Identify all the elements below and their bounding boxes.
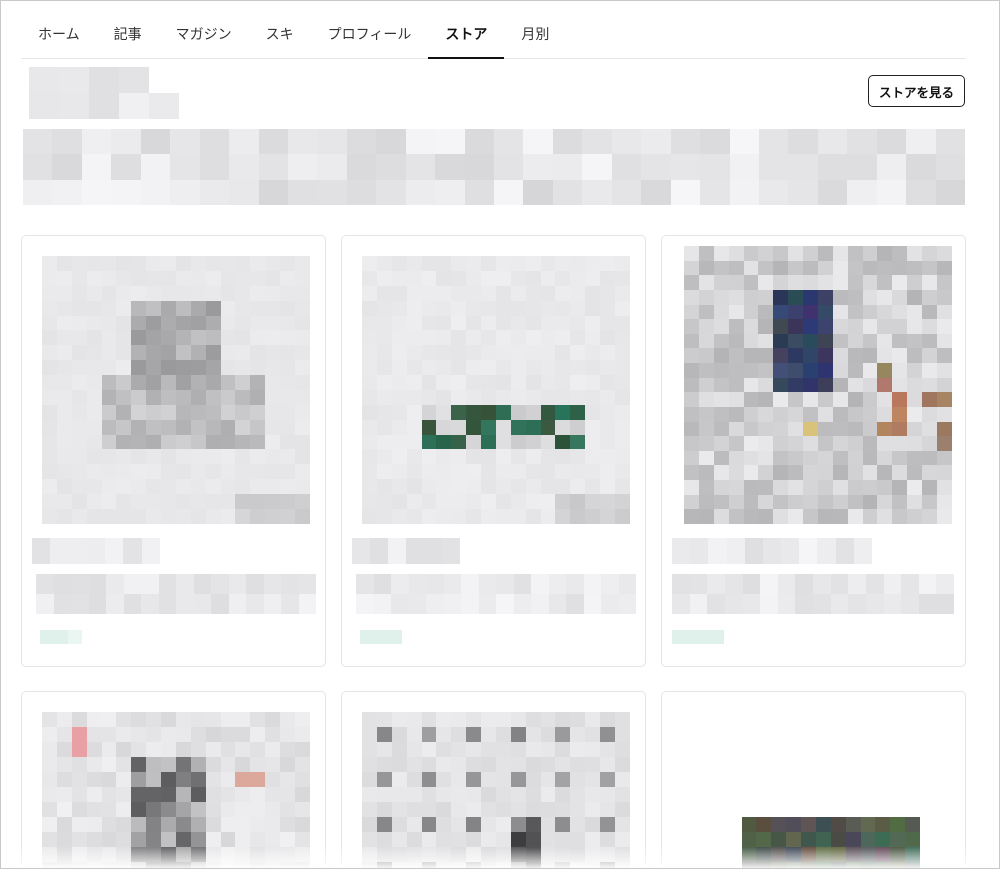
product-tag-redacted — [40, 630, 82, 644]
product-tag-redacted — [360, 630, 402, 644]
tab-magazines[interactable]: マガジン — [159, 9, 249, 58]
product-title-redacted — [356, 574, 636, 614]
product-card[interactable] — [661, 691, 966, 868]
page-frame: ホーム 記事 マガジン スキ プロフィール ストア 月別 ストアを見る — [0, 0, 1000, 869]
product-title-redacted — [672, 574, 954, 614]
product-image — [42, 712, 310, 868]
tab-articles[interactable]: 記事 — [97, 9, 159, 58]
product-card[interactable] — [21, 691, 326, 868]
product-card[interactable] — [661, 235, 966, 667]
product-card[interactable] — [341, 691, 646, 868]
tab-store[interactable]: ストア — [428, 9, 505, 59]
product-image — [682, 712, 950, 868]
product-tag-redacted — [672, 630, 724, 644]
product-image — [362, 712, 630, 868]
product-card[interactable] — [341, 235, 646, 667]
product-image — [684, 246, 952, 524]
tab-likes[interactable]: スキ — [249, 9, 311, 58]
product-card[interactable] — [21, 235, 326, 667]
store-name-redacted — [29, 67, 179, 119]
product-image — [362, 256, 630, 524]
product-title-redacted — [36, 574, 316, 614]
tab-home[interactable]: ホーム — [21, 9, 97, 58]
profile-tab-bar: ホーム 記事 マガジン スキ プロフィール ストア 月別 — [21, 9, 966, 59]
store-description-redacted — [23, 129, 965, 205]
view-store-button[interactable]: ストアを見る — [868, 75, 965, 107]
product-price-redacted — [672, 538, 872, 564]
tab-monthly[interactable]: 月別 — [504, 9, 566, 58]
product-price-redacted — [352, 538, 460, 564]
product-image — [42, 256, 310, 524]
product-price-redacted — [32, 538, 160, 564]
tab-profile[interactable]: プロフィール — [311, 9, 429, 58]
